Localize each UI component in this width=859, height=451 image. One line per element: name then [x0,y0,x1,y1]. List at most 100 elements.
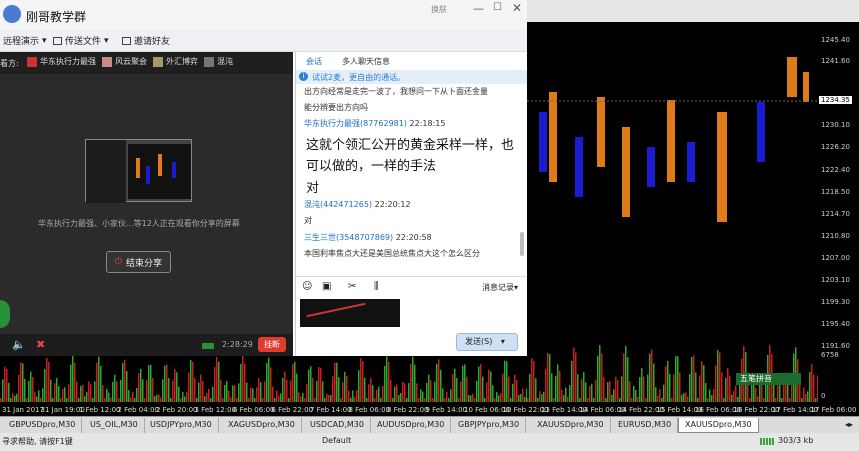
message-header: 华东执行力最强(87762981) 22:18:15 [304,118,445,129]
viewer-item[interactable]: 混沌 [204,56,233,67]
minimize-icon[interactable]: — [473,2,484,15]
volume-bar [500,393,502,402]
history-link[interactable]: 消息记录▾ [482,282,518,293]
send-file-button[interactable]: 传送文件 ▾ [53,34,109,47]
invite-button[interactable]: 邀请好友 [122,34,170,47]
tab-group-info[interactable]: 多人聊天信息 [342,56,390,67]
tab-chart[interactable]: XAUUSDpro,M30 [531,418,611,433]
volume-bar [352,390,354,402]
volume-bar [38,390,40,402]
price-label: 1191.60 [821,342,850,350]
viewer-item[interactable]: 华东执行力最强 [27,56,96,67]
volume-bar [458,398,460,402]
time-label: 1 Feb 12:00 [79,406,121,414]
ime-bar[interactable]: 五笔拼音 [736,373,801,385]
volume-bar [719,352,721,402]
volume-bar [711,395,713,402]
volume-bar [617,379,619,402]
tab-chart[interactable]: US_OIL,M30 [84,418,145,433]
volume-bar [370,377,372,402]
scissors-icon[interactable]: ✂ [348,281,356,292]
volume-bar [184,396,186,402]
close-icon[interactable]: ✕ [512,1,522,15]
volume-bar [581,378,583,402]
hangup-button[interactable]: 挂断 [258,337,286,352]
volume-bar [102,385,104,402]
volume-bar [182,391,184,402]
remote-demo-label: 远程演示 [3,37,40,47]
tab-chart[interactable]: USDCAD,M30 [304,418,371,433]
volume-bar [108,392,110,402]
volume-bar [649,353,651,402]
sender-id[interactable]: (87762981) [360,119,407,128]
volume-bar [446,391,448,402]
volume-bar [356,389,358,402]
volume-bar [118,398,120,402]
volume-bar [585,382,587,402]
volume-bar [338,377,340,402]
volume-bar [172,380,174,402]
tab-chart-active[interactable]: XAUUSDpro,M30 [678,418,759,433]
chart-icon[interactable]: ⫼ [374,281,379,292]
chevron-down-icon: ▾ [500,337,505,346]
theme-button[interactable]: 换肤 [431,4,447,15]
speaker-icon[interactable]: 🔈 [12,338,26,351]
tab-scroll-icon[interactable]: ◂▸ [845,420,853,429]
sender-id[interactable]: (442471265) [320,200,372,209]
tab-conversation[interactable]: 会话 [306,56,322,67]
status-bar: 寻求帮助, 请按F1键 Default 303/3 kb [0,433,859,451]
preview-candle [172,162,176,178]
camera-off-icon[interactable]: ✖ [36,338,45,351]
volume-bar [651,349,653,402]
sender-name[interactable]: 华东执行力最强 [304,119,360,128]
volume-bar [589,385,591,402]
volume-bar [727,368,729,402]
avatar [27,56,37,67]
volume-bar [296,373,298,402]
volume-bar [735,385,737,402]
volume-bar [701,361,703,402]
volume-bar [228,390,230,402]
time-axis: 31 Jan 2017 31 Jan 19:00 1 Feb 12:00 2 Feb … [0,404,859,416]
sender-name[interactable]: 混沌 [304,200,320,209]
emoji-icon[interactable]: ☺ [302,281,312,292]
price-label: 1226.20 [821,143,850,151]
viewer-item[interactable]: 风云聚会 [102,56,147,67]
remote-demo-button[interactable]: 远程演示 ▾ [3,34,47,48]
price-chart[interactable] [527,0,859,404]
tab-chart[interactable]: XAGUSDpro,M30 [222,418,302,433]
viewer-item[interactable]: 外汇博弈 [153,56,198,67]
volume-bar [230,397,232,402]
volume-bar [575,352,577,402]
volume-bar [14,395,16,402]
volume-bar [96,362,98,402]
volume-bar [368,384,370,402]
volume-bar [226,381,228,402]
send-button[interactable]: 发送(S) ▾ [456,333,518,351]
volume-bar [90,384,92,402]
sender-id[interactable]: (3548707869) [336,233,393,242]
tab-chart[interactable]: EURUSD,M30 [612,418,679,433]
volume-bar [6,368,8,402]
image-icon[interactable]: ▣ [322,281,331,292]
price-label: 1207.00 [821,254,850,262]
toolbar: 远程演示 ▾ 传送文件 ▾ 邀请好友 [0,30,527,52]
sender-name[interactable]: 三生三世 [304,233,336,242]
tab-chart[interactable]: GBPUSDpro,M30 [3,418,83,433]
tab-chart[interactable]: USDJPYpro,M30 [144,418,219,433]
volume-bar [639,377,641,402]
price-label: 1230.10 [821,121,850,129]
maximize-icon[interactable]: ☐ [493,2,502,13]
volume-bar [24,378,26,402]
volume-bar [476,380,478,402]
volume-bar [667,360,669,402]
volume-bar [440,369,442,402]
volume-bar [615,376,617,402]
chat-scrollbar[interactable] [520,232,524,256]
tab-chart[interactable]: AUDUSDpro,M30 [371,418,452,433]
volume-bar [775,398,777,402]
add-user-icon [122,36,131,45]
tab-chart[interactable]: GBPJPYpro,M30 [452,418,527,433]
volume-bar [366,398,368,402]
end-share-button[interactable]: ⏻ 结束分享 [106,251,171,273]
